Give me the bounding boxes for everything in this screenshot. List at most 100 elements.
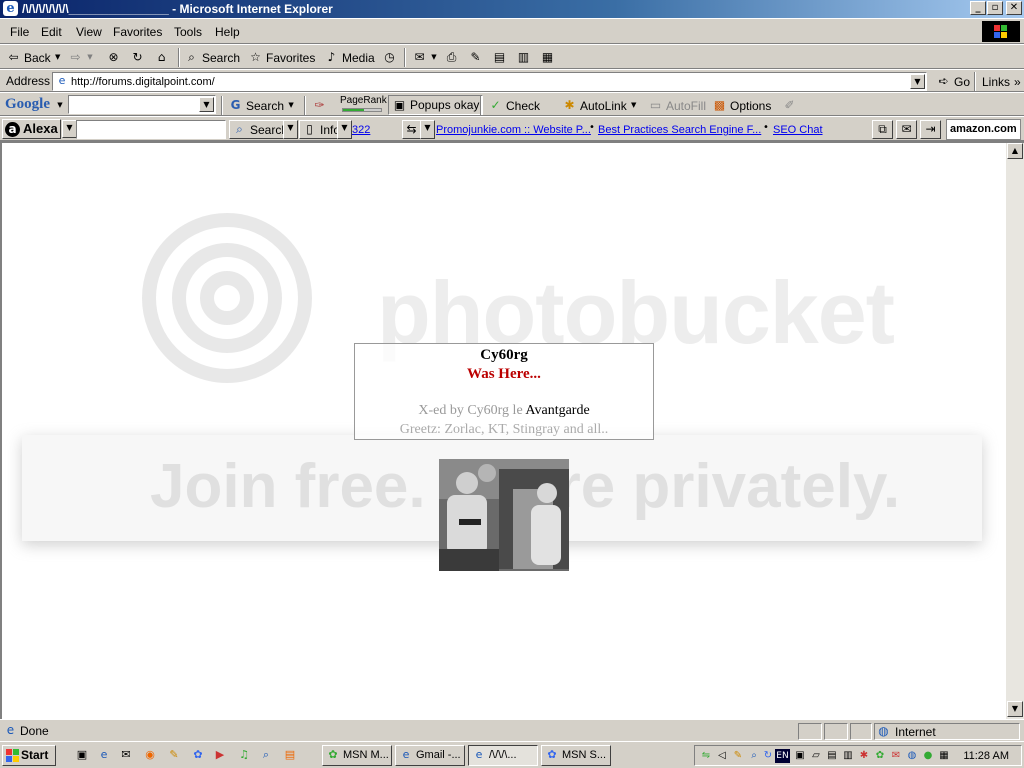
tray-globe-icon[interactable]: ◍: [905, 749, 919, 763]
tray-display-icon[interactable]: ▣: [793, 749, 807, 763]
google-search-button[interactable]: G Search ▼: [228, 97, 295, 114]
spell-check-button[interactable]: ✓ Check: [488, 97, 540, 114]
menu-tools[interactable]: Tools: [174, 25, 202, 39]
chevron-down-icon[interactable]: ▼: [287, 98, 295, 113]
address-input[interactable]: e http://forums.digitalpoint.com/ ▼: [52, 72, 927, 91]
search-button[interactable]: ⌕ Search: [184, 49, 240, 66]
print-button[interactable]: ⎙: [444, 49, 459, 66]
tray-pencil-icon[interactable]: ✎: [731, 749, 745, 763]
tray-msn-icon[interactable]: ✿: [873, 749, 887, 763]
task-msn-search[interactable]: ✿ MSN S...: [541, 745, 611, 766]
related-link-3[interactable]: SEO Chat: [773, 123, 823, 137]
tray-search-icon[interactable]: ⌕: [747, 749, 761, 763]
alexa-search-input[interactable]: [76, 120, 226, 139]
quicklaunch-search-icon[interactable]: ⌕: [258, 747, 274, 763]
chevron-down-icon[interactable]: ▼: [54, 50, 62, 65]
google-search-input[interactable]: ▼: [68, 95, 216, 114]
tray-paper-icon[interactable]: ▱: [809, 749, 823, 763]
address-dropdown-button[interactable]: ▼: [910, 74, 925, 89]
related-link-2[interactable]: Best Practices Search Engine F...: [598, 123, 761, 137]
research-button[interactable]: ▥: [516, 49, 531, 66]
menu-view[interactable]: View: [76, 25, 102, 39]
minimize-button[interactable]: _: [970, 1, 986, 15]
tray-volume-icon[interactable]: ◁: [715, 749, 729, 763]
chevron-down-icon[interactable]: ▼: [630, 98, 638, 113]
alexa-tool-3[interactable]: ⇥: [920, 120, 941, 139]
pagerank-indicator[interactable]: PageRank: [340, 95, 387, 115]
alexa-info-dropdown[interactable]: ▼: [337, 120, 352, 139]
address-url[interactable]: http://forums.digitalpoint.com/: [71, 75, 215, 89]
tray-window-icon[interactable]: ▤: [825, 749, 839, 763]
forward-button[interactable]: ⇨ ▼: [68, 49, 94, 66]
quicklaunch-outlook-icon[interactable]: ✉: [118, 747, 134, 763]
quicklaunch-app-icon[interactable]: ✎: [166, 747, 182, 763]
go-button[interactable]: ➪ Go: [936, 73, 970, 90]
home-button[interactable]: ⌂: [154, 49, 169, 66]
task-gmail[interactable]: e Gmail -...: [395, 745, 465, 766]
tray-update-icon[interactable]: ↻: [761, 749, 775, 763]
related-link-1[interactable]: Promojunkie.com :: Website P...: [436, 123, 591, 137]
back-button[interactable]: ⇦ Back ▼: [6, 49, 62, 66]
refresh-button[interactable]: ↻: [130, 49, 145, 66]
alexa-menu-button[interactable]: a Alexa: [2, 119, 61, 139]
alexa-tool-2[interactable]: ✉: [896, 120, 917, 139]
clock[interactable]: 11:28 AM: [963, 749, 1009, 763]
chevron-down-icon[interactable]: ▼: [430, 50, 438, 65]
start-button[interactable]: Start: [2, 745, 56, 766]
tray-language-indicator[interactable]: EN: [775, 749, 790, 763]
task-msn-messenger[interactable]: ✿ MSN M...: [322, 745, 392, 766]
options-button[interactable]: ▩ Options: [712, 97, 772, 114]
menu-favorites[interactable]: Favorites: [113, 25, 162, 39]
messenger-button[interactable]: ▦: [540, 49, 555, 66]
quicklaunch-media-icon[interactable]: ▶: [212, 747, 228, 763]
alexa-traffic-rank[interactable]: 322: [352, 123, 370, 137]
task-current-browser[interactable]: e/\/\/\...: [468, 745, 538, 766]
highlight-button[interactable]: ✐: [782, 97, 797, 114]
autolink-button[interactable]: ✱ AutoLink ▼: [562, 97, 638, 114]
popups-button[interactable]: ▣ Popups okay: [388, 95, 484, 115]
chevron-down-icon[interactable]: ▼: [56, 98, 64, 113]
menu-help[interactable]: Help: [215, 25, 240, 39]
quicklaunch-desktop-icon[interactable]: ▣: [74, 747, 90, 763]
links-chevron-icon[interactable]: »: [1014, 73, 1021, 90]
tray-app-icon[interactable]: ✱: [857, 749, 871, 763]
tray-status-icon[interactable]: ●: [921, 749, 935, 763]
tray-network-icon[interactable]: ⇋: [699, 749, 713, 763]
restore-button[interactable]: ▫: [987, 1, 1003, 15]
mail-button[interactable]: ✉ ▼: [412, 49, 438, 66]
google-logo[interactable]: Google: [5, 95, 50, 113]
scroll-up-button[interactable]: ▲: [1007, 143, 1023, 159]
chevron-down-icon[interactable]: ▼: [86, 50, 94, 65]
menu-file[interactable]: File: [10, 25, 29, 39]
discuss-button[interactable]: ▤: [492, 49, 507, 66]
links-button[interactable]: Links: [982, 73, 1010, 90]
tray-mail-icon[interactable]: ✉: [889, 749, 903, 763]
related-links-button[interactable]: ⇆: [402, 120, 421, 139]
quicklaunch-music-icon[interactable]: ♫: [236, 747, 252, 763]
favorites-icon: ☆: [250, 50, 261, 64]
related-links-dropdown[interactable]: ▼: [420, 120, 435, 139]
amazon-button[interactable]: amazon.com: [946, 119, 1021, 140]
google-news-button[interactable]: ✑: [312, 97, 327, 114]
tray-safely-remove-icon[interactable]: ▦: [937, 749, 951, 763]
scroll-down-button[interactable]: ▼: [1007, 701, 1023, 717]
alexa-dropdown[interactable]: ▼: [62, 120, 77, 138]
history-button[interactable]: ◷: [382, 49, 397, 66]
edit-button[interactable]: ✎: [468, 49, 483, 66]
google-search-dropdown[interactable]: ▼: [199, 97, 214, 112]
alexa-search-button[interactable]: ⌕ Search: [229, 120, 292, 139]
autofill-button[interactable]: ▭ AutoFill: [648, 97, 706, 114]
stop-button[interactable]: ⊗: [106, 49, 121, 66]
tray-monitor-icon[interactable]: ▥: [841, 749, 855, 763]
alexa-tool-1[interactable]: ⧉: [872, 120, 893, 139]
menu-edit[interactable]: Edit: [41, 25, 62, 39]
quicklaunch-firefox-icon[interactable]: ◉: [142, 747, 158, 763]
vertical-scrollbar[interactable]: ▲ ▼: [1006, 141, 1024, 719]
quicklaunch-folder-icon[interactable]: ▤: [282, 747, 298, 763]
quicklaunch-msn-icon[interactable]: ✿: [190, 747, 206, 763]
quicklaunch-ie-icon[interactable]: e: [96, 747, 112, 763]
close-button[interactable]: ✕: [1006, 1, 1022, 15]
media-button[interactable]: ♪ Media: [324, 49, 375, 66]
favorites-button[interactable]: ☆ Favorites: [248, 49, 315, 66]
alexa-search-dropdown[interactable]: ▼: [283, 120, 298, 139]
